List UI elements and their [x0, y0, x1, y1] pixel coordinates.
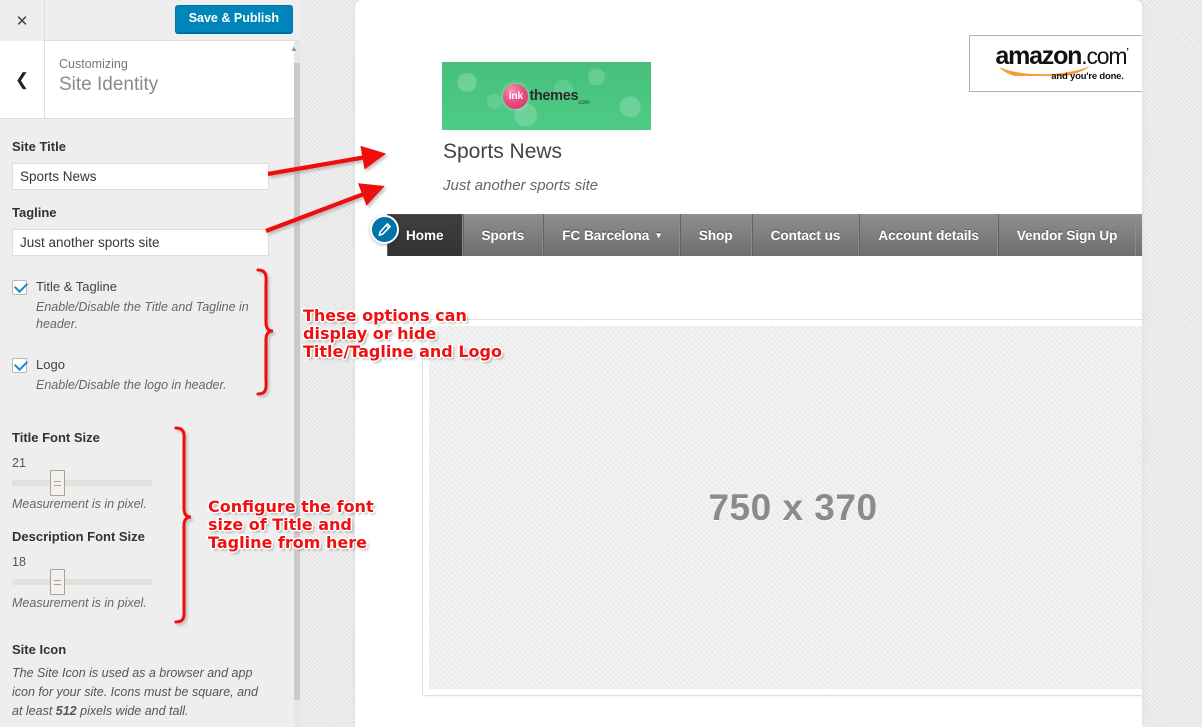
site-preview-pane: ink themes com amazon.com’ and you're do… — [300, 0, 1202, 727]
description-font-size-value: 18 — [12, 555, 26, 570]
panel-eyebrow: Customizing — [59, 57, 128, 71]
inkthemes-logo: ink themes com — [503, 83, 590, 109]
nav-item-label: Account details — [878, 227, 979, 243]
nav-item-sports[interactable]: Sports — [462, 214, 544, 256]
close-icon[interactable]: ✕ — [0, 0, 45, 41]
description-font-size-slider-handle[interactable] — [49, 569, 65, 596]
amazon-ad-banner[interactable]: amazon.com’ and you're done. — [969, 35, 1142, 92]
panel-controls: Site Title Tagline Title & Tagline Enabl… — [0, 120, 294, 727]
edit-menu-shortcut-button[interactable] — [370, 215, 399, 244]
title-font-size-note: Measurement is in pixel. — [12, 497, 147, 512]
nav-item-label: Home — [406, 227, 444, 243]
description-font-size-slider[interactable] — [12, 569, 152, 596]
chevron-left-icon[interactable]: ❮ — [0, 41, 45, 119]
site-icon-label: Site Icon — [12, 642, 67, 658]
title-tagline-description: Enable/Disable the Title and Tagline in … — [36, 299, 249, 332]
logo-wordmark: themes — [529, 88, 579, 104]
description-font-size-note: Measurement is in pixel. — [12, 596, 147, 611]
site-title-label: Site Title — [12, 139, 66, 154]
site-title-input[interactable] — [12, 163, 269, 190]
site-icon-description-part2: pixels wide and tall. — [76, 703, 189, 718]
site-icon-control: Site Icon The Site Icon is used as a bro… — [12, 642, 282, 720]
nav-item-label: Contact us — [770, 227, 841, 243]
title-font-size-slider[interactable] — [12, 470, 152, 497]
nav-item-label: Vendor Sign Up — [1016, 227, 1118, 243]
amazon-tagline: and you're done. — [1051, 70, 1124, 82]
nav-item-label: FC Barcelona — [562, 227, 650, 243]
logo-checkbox-label: Logo — [36, 357, 65, 373]
logo-checkbox[interactable] — [12, 358, 27, 374]
tagline-input[interactable] — [12, 229, 269, 256]
tagline-label: Tagline — [12, 205, 57, 220]
nav-item-home[interactable]: Home — [387, 214, 463, 256]
hero-slider-placeholder[interactable]: 750 x 370 — [423, 320, 1142, 695]
nav-item-label: Sports — [481, 227, 525, 243]
amazon-brand-text: amazon — [995, 42, 1082, 71]
preview-site-title: Sports News — [443, 140, 563, 163]
logo-toggle-row: Logo Enable/Disable the logo in header. — [12, 356, 282, 394]
title-font-size-slider-handle[interactable] — [49, 470, 65, 497]
sidebar-scrollbar[interactable] — [294, 41, 300, 727]
title-tagline-toggle-row: Title & Tagline Enable/Disable the Title… — [12, 278, 282, 334]
title-tagline-checkbox[interactable] — [12, 280, 27, 295]
pencil-edit-icon — [378, 223, 391, 236]
save-and-publish-button[interactable]: Save & Publish — [174, 5, 293, 33]
panel-header: ❮ Customizing Site Identity — [0, 41, 300, 119]
nav-item-vendor-sign-up[interactable]: Vendor Sign Up — [997, 214, 1137, 256]
description-font-size-label: Description Font Size — [12, 529, 145, 545]
customizer-topbar: ✕ Save & Publish — [0, 0, 300, 41]
nav-item-label: Shop — [698, 227, 733, 243]
site-navigation: Home Sports FC Barcelona ▾ Shop Contact us Acc… — [387, 214, 1142, 256]
site-logo-banner: ink themes com — [442, 62, 651, 130]
amazon-wordmark: amazon.com’ — [995, 42, 1129, 71]
nav-item-contact-us[interactable]: Contact us — [751, 214, 860, 256]
title-font-size-value: 21 — [12, 456, 26, 471]
preview-site-tagline: Just another sports site — [443, 177, 599, 194]
title-tagline-checkbox-label: Title & Tagline — [36, 279, 117, 294]
title-font-size-control: Title Font Size 21 Measurement is in pix… — [12, 430, 282, 511]
logo-bubble-icon: ink — [503, 83, 529, 109]
amazon-trademark-icon: ’ — [1126, 46, 1129, 57]
chevron-down-icon: ▾ — [656, 229, 661, 240]
amazon-domain-text: .com — [1081, 43, 1127, 70]
customizer-sidebar: ✕ Save & Publish ❮ Customizing Site Iden… — [0, 0, 300, 727]
nav-item-account-details[interactable]: Account details — [859, 214, 998, 256]
previewed-site: ink themes com amazon.com’ and you're do… — [355, 0, 1142, 727]
site-icon-description: The Site Icon is used as a browser and a… — [12, 664, 262, 720]
title-font-size-label: Title Font Size — [12, 430, 100, 446]
logo-description: Enable/Disable the logo in header. — [36, 377, 227, 392]
description-font-size-control: Description Font Size 18 Measurement is … — [12, 529, 282, 610]
hero-placeholder-label: 750 x 370 — [708, 486, 878, 528]
logo-tm-suffix: com — [578, 99, 590, 106]
site-icon-min-size: 512 — [55, 703, 77, 718]
sidebar-scrollbar-thumb[interactable] — [294, 63, 300, 700]
nav-item-shop[interactable]: Shop — [679, 214, 752, 256]
nav-item-fc-barcelona[interactable]: FC Barcelona ▾ — [543, 214, 680, 256]
scroll-up-arrow-icon[interactable]: ▲ — [288, 43, 300, 55]
page-title: Site Identity — [59, 74, 159, 95]
